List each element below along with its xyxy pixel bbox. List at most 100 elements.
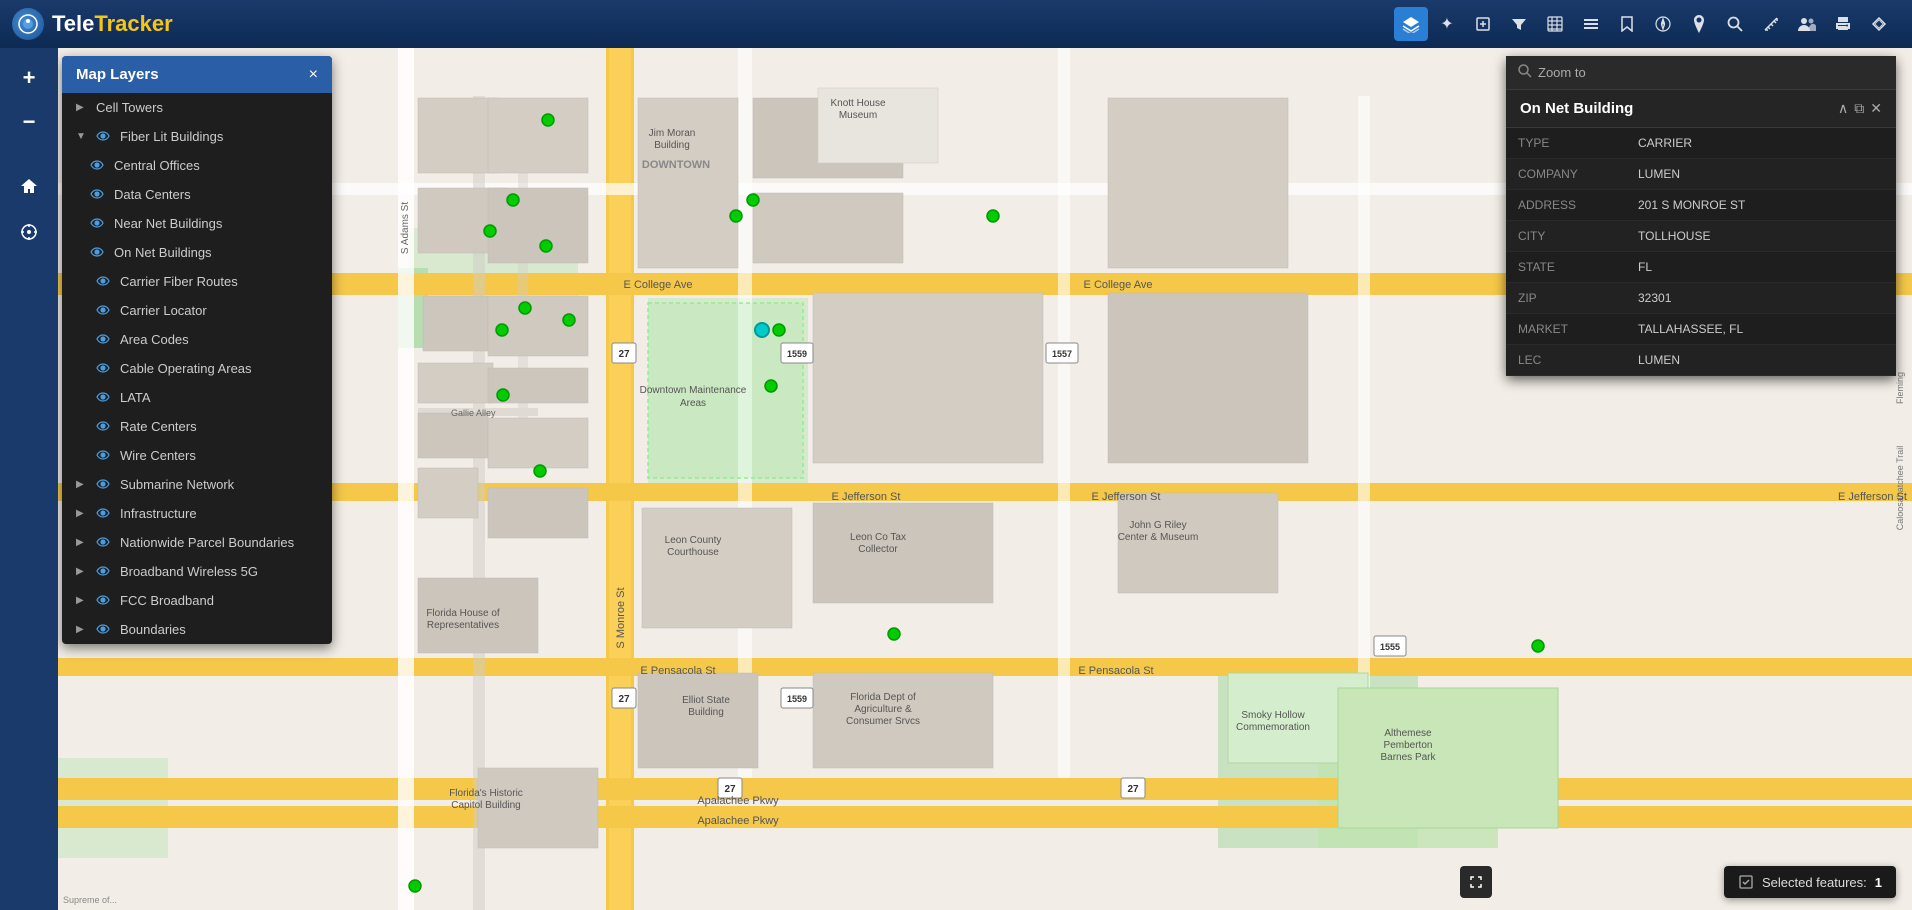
layer-fcc-broadband[interactable]: ▶ FCC Broadband [62, 586, 332, 615]
layer-nationwide-parcel[interactable]: ▶ Nationwide Parcel Boundaries [62, 528, 332, 557]
eye-icon [96, 506, 112, 521]
info-table: TYPECARRIERCOMPANYLUMENADDRESS201 S MONR… [1506, 128, 1896, 376]
layer-on-net-buildings[interactable]: On Net Buildings [62, 238, 332, 267]
eye-icon [96, 361, 112, 376]
eye-icon [90, 245, 106, 260]
expand-window-btn[interactable]: ⧉ [1854, 100, 1864, 117]
layer-near-net-buildings[interactable]: Near Net Buildings [62, 209, 332, 238]
layer-data-centers[interactable]: Data Centers [62, 180, 332, 209]
layer-label: Central Offices [114, 158, 200, 173]
nav-search-btn[interactable] [1718, 7, 1752, 41]
svg-text:DOWNTOWN: DOWNTOWN [642, 159, 710, 171]
layer-wire-centers[interactable]: ▶ Wire Centers [62, 441, 332, 470]
info-row-value: TALLAHASSEE, FL [1626, 314, 1896, 344]
layer-submarine-network[interactable]: ▶ Submarine Network [62, 470, 332, 499]
layer-label: LATA [120, 390, 151, 405]
info-table-row: CITYTOLLHOUSE [1506, 221, 1896, 252]
info-row-value: 32301 [1626, 283, 1896, 313]
layer-label: Infrastructure [120, 506, 197, 521]
eye-icon [90, 187, 106, 202]
nav-diamond-btn[interactable] [1862, 7, 1896, 41]
layers-close-button[interactable]: × [309, 67, 318, 83]
collapse-btn[interactable]: ∧ [1838, 100, 1848, 117]
layers-panel: Map Layers × ▶ Cell Towers ▼ Fiber Lit B… [62, 56, 332, 644]
selected-label: Selected features: [1762, 875, 1867, 890]
svg-text:Supreme of...: Supreme of... [63, 895, 117, 905]
svg-text:27: 27 [1127, 784, 1139, 795]
selected-count: 1 [1875, 875, 1882, 890]
svg-text:Agriculture &: Agriculture & [854, 704, 912, 715]
app-icon [12, 8, 44, 40]
info-table-row: ZIP32301 [1506, 283, 1896, 314]
close-info-btn[interactable]: ✕ [1870, 100, 1882, 117]
layer-boundaries[interactable]: ▶ Boundaries [62, 615, 332, 644]
nav-list-btn[interactable] [1574, 7, 1608, 41]
nav-users-btn[interactable] [1790, 7, 1824, 41]
layer-carrier-locator[interactable]: ▶ Carrier Locator [62, 296, 332, 325]
zoom-in-btn[interactable]: + [9, 58, 49, 98]
info-search-bar[interactable]: Zoom to [1506, 56, 1896, 90]
svg-text:Caloosahatchee Trail: Caloosahatchee Trail [1895, 446, 1905, 531]
info-row-value: LUMEN [1626, 159, 1896, 189]
layer-label: Carrier Locator [120, 303, 207, 318]
svg-text:27: 27 [618, 349, 630, 360]
layer-lata[interactable]: ▶ LATA [62, 383, 332, 412]
nav-measure-btn[interactable] [1754, 7, 1788, 41]
location-btn[interactable] [9, 212, 49, 252]
zoom-out-btn[interactable]: − [9, 102, 49, 142]
info-row-key: TYPE [1506, 128, 1626, 158]
layer-label: Nationwide Parcel Boundaries [120, 535, 294, 550]
nav-print-btn[interactable] [1826, 7, 1860, 41]
layer-cable-operating-areas[interactable]: ▶ Cable Operating Areas [62, 354, 332, 383]
layer-central-offices[interactable]: Central Offices [62, 151, 332, 180]
layer-carrier-fiber-routes[interactable]: ▶ Carrier Fiber Routes [62, 267, 332, 296]
eye-icon [96, 535, 112, 550]
expand-map-btn[interactable] [1460, 866, 1492, 898]
info-row-key: ADDRESS [1506, 190, 1626, 220]
left-sidebar: + − [0, 0, 58, 910]
app-logo: TeleTracker [52, 11, 173, 37]
nav-compass-btn[interactable] [1646, 7, 1680, 41]
svg-text:E Pensacola St: E Pensacola St [1078, 665, 1153, 677]
svg-text:E Jefferson St: E Jefferson St [832, 491, 901, 503]
layer-cell-towers[interactable]: ▶ Cell Towers [62, 93, 332, 122]
nav-bookmark-btn[interactable] [1610, 7, 1644, 41]
layer-label: Area Codes [120, 332, 189, 347]
layer-broadband-wireless[interactable]: ▶ Broadband Wireless 5G [62, 557, 332, 586]
nav-layers-btn[interactable] [1394, 7, 1428, 41]
svg-text:Areas: Areas [680, 398, 706, 409]
layer-infrastructure[interactable]: ▶ Infrastructure [62, 499, 332, 528]
info-row-value: LUMEN [1626, 345, 1896, 375]
info-panel-header: On Net Building ∧ ⧉ ✕ [1506, 90, 1896, 128]
eye-icon [96, 419, 112, 434]
svg-text:E Pensacola St: E Pensacola St [640, 665, 715, 677]
zoom-to-label: Zoom to [1538, 65, 1586, 80]
svg-text:27: 27 [618, 694, 630, 705]
svg-text:27: 27 [724, 784, 736, 795]
chevron-icon: ▶ [76, 595, 88, 606]
eye-icon [96, 390, 112, 405]
svg-text:1559: 1559 [787, 349, 807, 359]
home-btn[interactable] [9, 166, 49, 206]
info-row-key: LEC [1506, 345, 1626, 375]
svg-text:Apalachee Pkwy: Apalachee Pkwy [697, 795, 779, 807]
layer-area-codes[interactable]: ▶ Area Codes [62, 325, 332, 354]
nav-feature-btn[interactable] [1466, 7, 1500, 41]
selected-features-bar: Selected features: 1 [1724, 866, 1896, 898]
eye-icon [96, 477, 112, 492]
layer-fiber-lit-buildings[interactable]: ▼ Fiber Lit Buildings [62, 122, 332, 151]
nav-table-btn[interactable] [1538, 7, 1572, 41]
layer-label: Cell Towers [96, 100, 163, 115]
svg-text:Florida House of: Florida House of [426, 608, 500, 619]
svg-text:Apalachee Pkwy: Apalachee Pkwy [697, 815, 779, 827]
nav-pin-btn[interactable] [1682, 7, 1716, 41]
top-navigation: TeleTracker ✦ [0, 0, 1912, 48]
eye-icon [96, 303, 112, 318]
logo-area: TeleTracker [0, 8, 185, 40]
nav-locate-btn[interactable]: ✦ [1430, 7, 1464, 41]
nav-filter-btn[interactable] [1502, 7, 1536, 41]
svg-text:Pemberton: Pemberton [1384, 740, 1433, 751]
svg-text:Fleming: Fleming [1895, 372, 1905, 404]
layer-rate-centers[interactable]: ▶ Rate Centers [62, 412, 332, 441]
layer-label: Rate Centers [120, 419, 197, 434]
